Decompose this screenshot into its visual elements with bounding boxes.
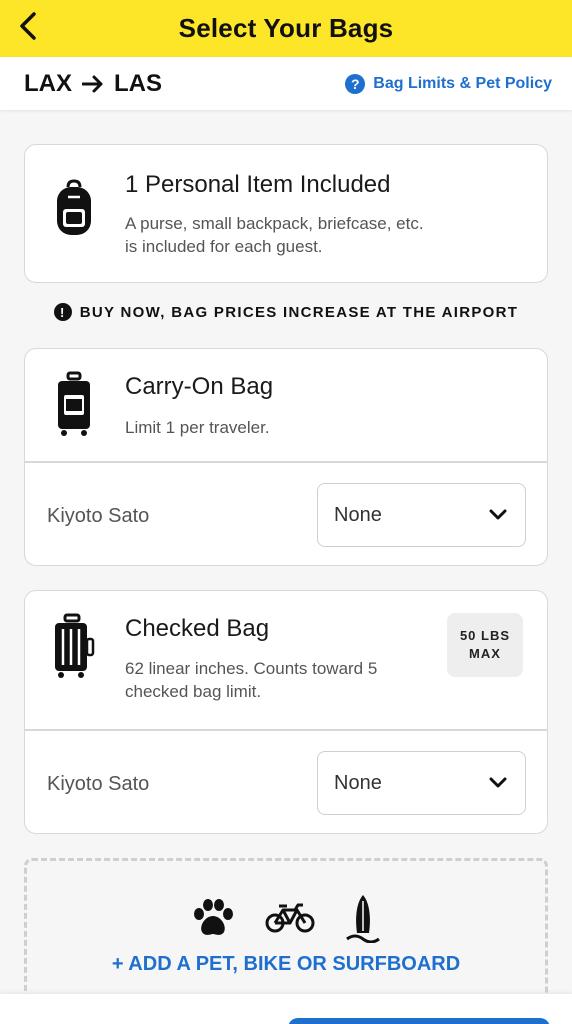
checked-suitcase-icon — [53, 613, 95, 679]
chevron-down-icon — [489, 772, 507, 795]
personal-item-description: A purse, small backpack, briefcase, etc.… — [125, 212, 465, 258]
bag-policy-link[interactable]: ? Bag Limits & Pet Policy — [345, 73, 552, 94]
origin-code: LAX — [24, 69, 72, 97]
carry-on-suitcase-icon — [53, 371, 95, 437]
personal-item-description-line: A purse, small backpack, briefcase, etc. — [125, 214, 424, 233]
card-divider — [25, 729, 547, 731]
card-divider — [25, 461, 547, 463]
carry-on-quantity-select[interactable]: None — [317, 483, 526, 547]
traveler-name: Kiyoto Sato — [47, 773, 150, 795]
exclamation-circle-icon: ! — [53, 303, 72, 321]
arrow-right-icon — [82, 75, 104, 93]
surfboard-icon — [345, 893, 381, 948]
checked-bag-description: 62 linear inches. Counts toward 5 checke… — [125, 657, 465, 703]
checked-bag-selected-value: None — [334, 771, 382, 794]
weight-limit-badge: 50 LBS MAX — [447, 613, 523, 677]
traveler-name: Kiyoto Sato — [47, 505, 150, 527]
page-title: Select Your Bags — [178, 13, 394, 43]
add-special-item-link[interactable]: + ADD A PET, BIKE OR SURFBOARD — [27, 953, 545, 976]
checked-bag-quantity-select[interactable]: None — [317, 751, 526, 815]
personal-item-card: 1 Personal Item Included A purse, small … — [24, 144, 548, 283]
personal-item-title: 1 Personal Item Included — [125, 171, 391, 198]
carry-on-title: Carry-On Bag — [125, 373, 274, 400]
weight-limit-value: 50 LBS — [459, 628, 511, 643]
checked-bag-card: Checked Bag 62 linear inches. Counts tow… — [24, 590, 548, 834]
bicycle-icon — [265, 902, 315, 939]
back-button[interactable] — [8, 8, 48, 48]
carry-on-selected-value: None — [334, 503, 382, 526]
paw-icon — [191, 898, 235, 943]
question-circle-icon: ? — [345, 73, 366, 94]
special-items-icons — [27, 893, 545, 948]
price-warning: ! BUY NOW, BAG PRICES INCREASE AT THE AI… — [0, 303, 572, 321]
destination-code: LAS — [114, 69, 162, 97]
carry-on-description: Limit 1 per traveler. — [125, 418, 270, 437]
chevron-down-icon — [489, 504, 507, 527]
carry-on-card: Carry-On Bag Limit 1 per traveler. Kiyot… — [24, 348, 548, 566]
personal-item-description-line: is included for each guest. — [125, 237, 323, 256]
checked-bag-description-line: 62 linear inches. Counts toward 5 — [125, 659, 378, 678]
checked-bag-description-line: checked bag limit. — [125, 682, 262, 701]
bottom-bar — [0, 994, 572, 1024]
weight-limit-suffix: MAX — [469, 646, 501, 661]
header-bar: Select Your Bags — [0, 0, 572, 57]
bag-policy-label: Bag Limits & Pet Policy — [373, 74, 552, 92]
checked-bag-title: Checked Bag — [125, 615, 270, 642]
chevron-left-icon — [18, 11, 38, 46]
route-summary: LAX LAS — [24, 70, 162, 98]
price-warning-text: BUY NOW, BAG PRICES INCREASE AT THE AIRP… — [79, 303, 519, 321]
backpack-icon — [53, 175, 95, 241]
route-bar: LAX LAS ? Bag Limits & Pet Policy — [0, 57, 572, 110]
continue-button[interactable] — [288, 1018, 550, 1024]
